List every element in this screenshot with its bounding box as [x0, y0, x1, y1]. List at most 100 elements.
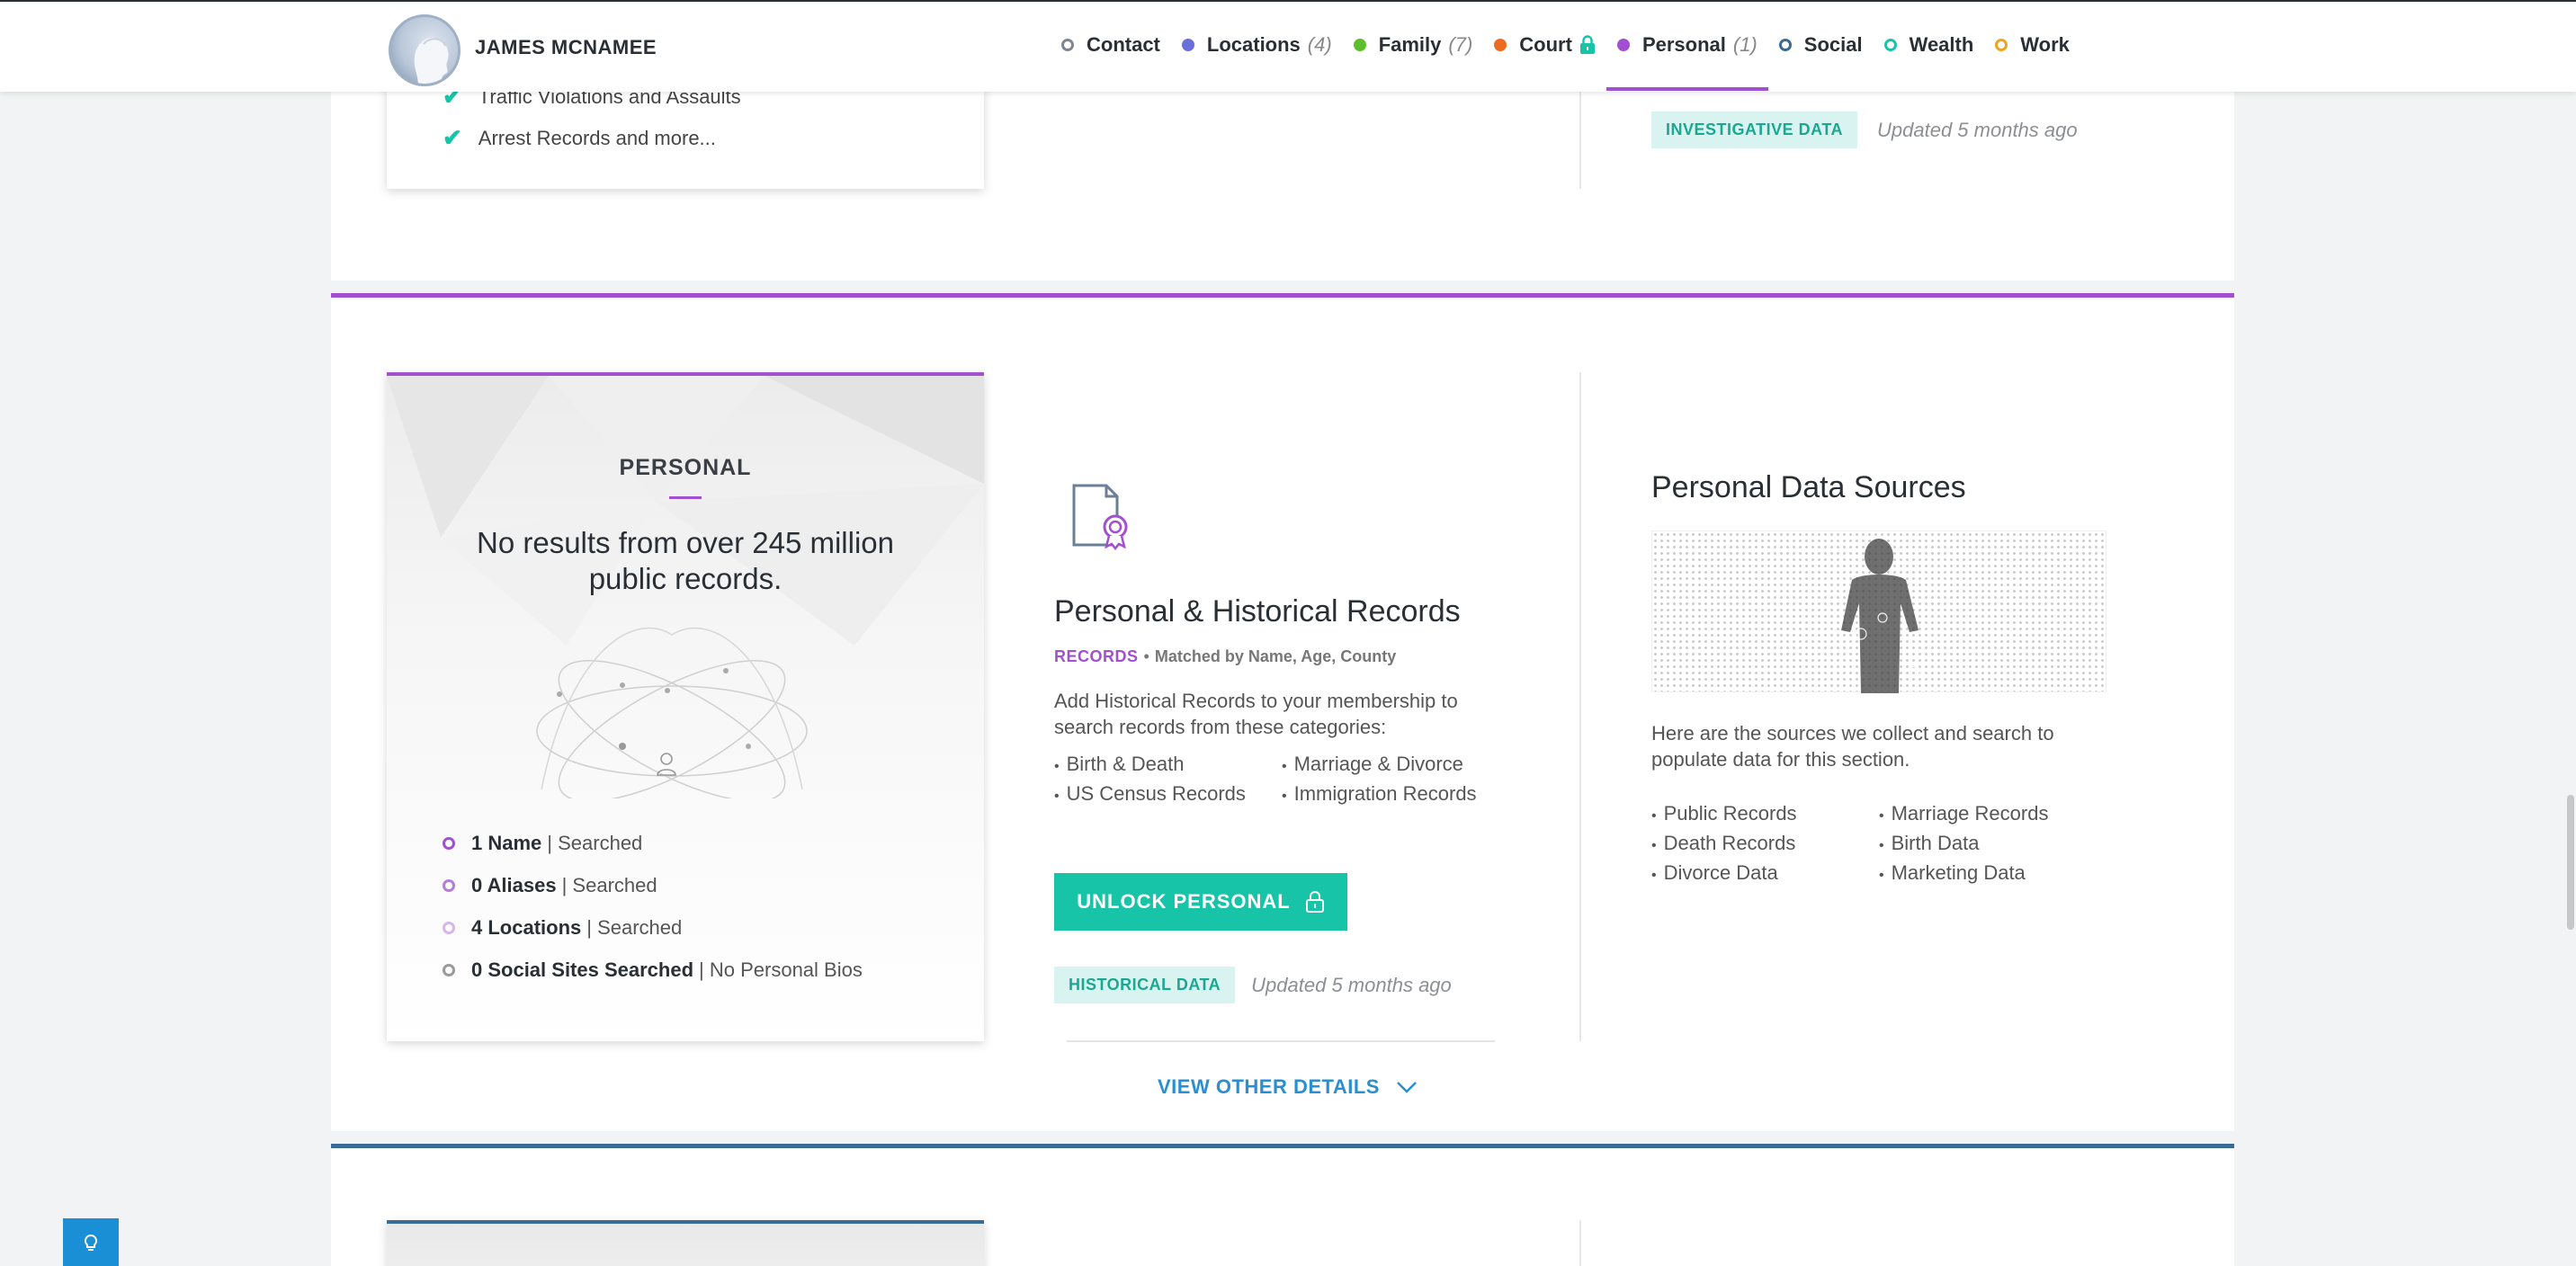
nav-item-court[interactable]: Court: [1483, 2, 1606, 88]
card-title: PERSONAL: [619, 455, 752, 480]
list-item: Marriage Records: [1879, 801, 2113, 829]
human-figure-illustration: [1651, 530, 2106, 693]
certificate-document-icon: [1070, 482, 1135, 555]
updated-timestamp: Updated 5 months ago: [1251, 973, 1452, 996]
status-dot-icon: [1883, 39, 1897, 51]
records-tag: RECORDS: [1054, 647, 1139, 665]
nav-item-locations[interactable]: Locations (4): [1171, 2, 1343, 88]
nav-item-social[interactable]: Social: [1768, 2, 1874, 88]
status-dot-icon: [1616, 39, 1630, 51]
lock-icon: [1305, 891, 1324, 913]
ring-bullet-icon: [443, 921, 455, 934]
status-dot-icon: [1061, 39, 1074, 51]
records-meta: RECORDS • Matched by Name, Age, County: [1054, 647, 1396, 666]
updated-timestamp: Updated 5 months ago: [1877, 118, 2078, 141]
data-source-list: Public Records Marriage Records Death Re…: [1651, 801, 2113, 888]
status-dot-icon: [1995, 39, 2008, 51]
nav-item-family[interactable]: Family (7): [1343, 2, 1484, 88]
stat-value: 4 Locations: [471, 915, 582, 939]
view-other-label: VIEW OTHER DETAILS: [1158, 1075, 1380, 1098]
nav-count: (7): [1448, 33, 1473, 56]
nav-label: Personal: [1641, 33, 1726, 56]
court-data-row: INVESTIGATIVE DATA Updated 5 months ago: [1651, 111, 2078, 148]
historical-data-row: HISTORICAL DATA Updated 5 months ago: [1054, 967, 1452, 1003]
column-divider: [1579, 372, 1581, 1041]
nav-label: Wealth: [1909, 33, 1974, 56]
ring-bullet-icon: [443, 963, 455, 976]
stat-value: 0 Social Sites Searched: [471, 958, 694, 981]
list-item: US Census Records: [1054, 781, 1282, 809]
nav-item-personal[interactable]: Personal (1): [1606, 2, 1768, 91]
investigative-data-badge: INVESTIGATIVE DATA: [1651, 111, 1858, 148]
personal-summary-card: PERSONAL No results from over 245 millio…: [387, 372, 984, 1041]
nav-count: (1): [1732, 33, 1758, 56]
nav-label: Family: [1378, 33, 1442, 56]
person-name: JAMES MCNAMEE: [475, 36, 657, 58]
nav-label: Work: [2020, 33, 2070, 56]
checkmark-icon: ✔: [443, 124, 462, 151]
stat-status: | No Personal Bios: [699, 958, 863, 981]
check-item: ✔ Arrest Records and more...: [443, 124, 716, 152]
nav-label: Court: [1519, 33, 1572, 56]
status-dot-icon: [1494, 39, 1507, 51]
record-categories: Birth & Death Marriage & Divorce US Cens…: [1054, 752, 1516, 809]
records-description: Add Historical Records to your membershi…: [1054, 690, 1458, 738]
stat-status: | Searched: [586, 915, 683, 939]
help-button[interactable]: [63, 1218, 119, 1266]
scrollbar-thumb[interactable]: [2567, 795, 2574, 930]
stat-row: 0 Aliases | Searched: [443, 864, 863, 906]
nav-label: Locations: [1206, 33, 1301, 56]
personal-section: PERSONAL No results from over 245 millio…: [331, 293, 2234, 1131]
stat-row: 1 Name | Searched: [443, 822, 863, 864]
avatar[interactable]: [389, 14, 461, 86]
status-dot-icon: [1181, 39, 1194, 51]
ring-bullet-icon: [443, 836, 455, 850]
search-stats: 1 Name | Searched 0 Aliases | Searched 4 Loc…: [443, 822, 863, 991]
nav-item-contact[interactable]: Contact: [1051, 2, 1171, 88]
lightbulb-icon: [84, 1234, 98, 1251]
list-item: Immigration Records: [1282, 781, 1516, 809]
stat-row: 4 Locations | Searched: [443, 906, 863, 949]
stat-status: | Searched: [547, 831, 643, 854]
view-other-details-link[interactable]: VIEW OTHER DETAILS: [1158, 1075, 1418, 1099]
nav-item-work[interactable]: Work: [1984, 2, 2080, 88]
list-item: Birth Data: [1879, 831, 2113, 859]
data-sources-title: Personal Data Sources: [1651, 470, 1966, 504]
nav-count: (4): [1307, 33, 1332, 56]
social-summary-card: [387, 1220, 984, 1266]
nav-label: Social: [1803, 33, 1863, 56]
list-item: Marketing Data: [1879, 860, 2113, 888]
geometric-background: [387, 376, 984, 646]
results-summary: No results from over 245 million public …: [477, 526, 894, 595]
status-dot-icon: [1353, 39, 1366, 51]
meta-separator: •: [1143, 647, 1149, 665]
nav-item-wealth[interactable]: Wealth: [1874, 2, 1985, 88]
stat-value: 1 Name: [471, 831, 542, 854]
divider: [1067, 1040, 1495, 1042]
lock-icon: [1579, 35, 1595, 54]
check-item-label: Arrest Records and more...: [478, 126, 716, 149]
stat-value: 0 Aliases: [471, 873, 557, 896]
unlock-personal-button[interactable]: UNLOCK PERSONAL: [1054, 873, 1347, 931]
ring-bullet-icon: [443, 878, 455, 892]
list-item: Public Records: [1651, 801, 1879, 829]
data-sources-description: Here are the sources we collect and sear…: [1651, 722, 2054, 771]
column-divider: [1579, 1220, 1581, 1266]
historical-data-badge: HISTORICAL DATA: [1054, 967, 1236, 1003]
list-item: Birth & Death: [1054, 752, 1282, 780]
stat-row: 0 Social Sites Searched | No Personal Bio…: [443, 949, 863, 991]
list-item: Marriage & Divorce: [1282, 752, 1516, 780]
orbit-graphic: [536, 627, 808, 798]
title-underline: [669, 496, 702, 499]
stat-status: | Searched: [561, 873, 657, 896]
chevron-down-icon: [1397, 1082, 1417, 1093]
top-header: JAMES MCNAMEE Contact Locations (4) Family (…: [0, 0, 2576, 92]
records-title: Personal & Historical Records: [1054, 594, 1461, 629]
unlock-button-label: UNLOCK PERSONAL: [1077, 890, 1291, 913]
nav-label: Contact: [1087, 33, 1160, 56]
list-item: Death Records: [1651, 831, 1879, 859]
social-section: [331, 1144, 2234, 1266]
status-dot-icon: [1778, 39, 1792, 51]
section-nav: Contact Locations (4) Family (7) Court Persona…: [1051, 2, 2080, 92]
list-item: Divorce Data: [1651, 860, 1879, 888]
